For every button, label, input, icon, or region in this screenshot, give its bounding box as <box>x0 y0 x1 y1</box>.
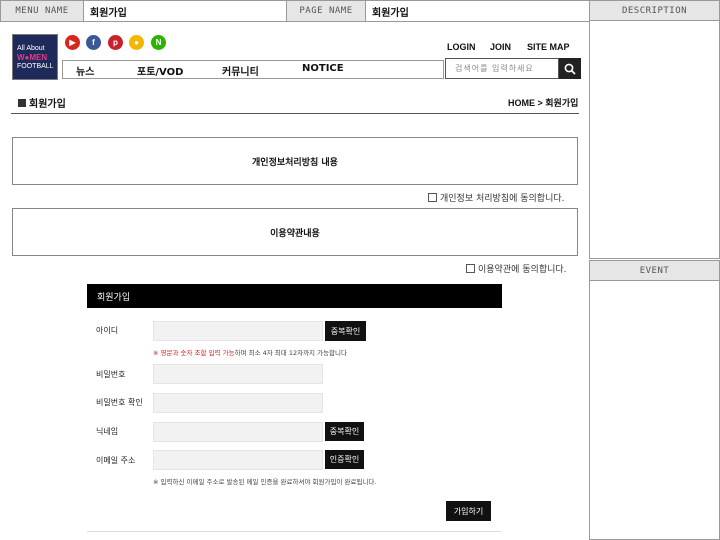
id-check-button[interactable]: 중복확인 <box>325 321 366 341</box>
pinterest-icon[interactable]: p <box>108 35 123 50</box>
nickname-check-button[interactable]: 중복확인 <box>325 422 364 441</box>
site-logo[interactable]: All About W●MEN FOOTBALL <box>12 34 58 80</box>
nav-item-photo-vod[interactable]: 포토/VOD <box>137 63 183 78</box>
nav-item-community[interactable]: 커뮤니티 <box>222 63 259 78</box>
page-title: 회원가입 <box>18 95 66 110</box>
privacy-agree-label: 개인정보 처리방침에 동의합니다. <box>440 194 565 204</box>
email-label: 이메일 주소 <box>96 456 136 465</box>
search-input[interactable]: 검색어를 입력하세요 <box>445 58 559 79</box>
nickname-label: 닉네임 <box>96 427 119 436</box>
nav-item-news[interactable]: 뉴스 <box>76 63 94 78</box>
password-label: 비밀번호 <box>96 370 126 379</box>
naver-icon[interactable]: N <box>151 35 166 50</box>
submit-signup-button[interactable]: 가입하기 <box>446 501 491 521</box>
terms-text: 이용약관내용 <box>270 228 320 239</box>
signup-form-heading: 회원가입 <box>87 284 502 308</box>
id-note: ※ 영문과 숫자 조합 입력 가능하며 최소 4자 최대 12자까지 가능합니다 <box>153 347 347 357</box>
nickname-input[interactable] <box>153 422 323 442</box>
event-label: EVENT <box>590 261 719 281</box>
id-note-highlight: ※ 영문과 숫자 조합 입력 가능 <box>153 349 235 357</box>
email-verify-button[interactable]: 인증확인 <box>325 450 364 469</box>
description-label: DESCRIPTION <box>590 1 719 21</box>
sitemap-link[interactable]: SITE MAP <box>527 42 570 52</box>
search-button[interactable] <box>559 58 581 79</box>
facebook-icon[interactable]: f <box>86 35 101 50</box>
kakao-icon[interactable]: ● <box>129 35 144 50</box>
menu-name-label: MENU NAME <box>0 0 84 22</box>
description-panel: DESCRIPTION <box>589 0 720 259</box>
password-confirm-input[interactable] <box>153 393 323 413</box>
privacy-policy-text: 개인정보처리방침 내용 <box>252 157 338 168</box>
event-panel: EVENT <box>589 260 720 540</box>
id-label: 아이디 <box>96 326 119 335</box>
password-input[interactable] <box>153 364 323 384</box>
title-divider <box>11 113 579 114</box>
logo-line-3: FOOTBALL <box>17 62 54 70</box>
logo-line-2: W●MEN <box>17 52 48 62</box>
page-name-label: PAGE NAME <box>286 0 366 22</box>
menu-name-value: 회원가입 <box>83 0 287 22</box>
terms-agree[interactable]: 이용약관에 동의합니다. <box>466 262 567 275</box>
terms-box: 이용약관내용 <box>12 208 578 256</box>
terms-agree-checkbox[interactable] <box>466 264 475 273</box>
title-square-icon <box>18 98 26 107</box>
breadcrumb: HOME > 회원가입 <box>508 98 579 108</box>
join-link[interactable]: JOIN <box>490 42 511 52</box>
password-confirm-label: 비밀번호 확인 <box>96 398 143 407</box>
email-note: ※ 입력하신 이메일 주소로 발송된 메일 인증을 완료하셔야 회원가입이 완료… <box>153 478 377 486</box>
id-input[interactable] <box>153 321 323 341</box>
privacy-agree[interactable]: 개인정보 처리방침에 동의합니다. <box>428 191 565 204</box>
login-link[interactable]: LOGIN <box>447 42 476 52</box>
logo-line-1: All About <box>17 44 45 52</box>
form-bottom-divider <box>87 531 502 532</box>
privacy-agree-checkbox[interactable] <box>428 193 437 202</box>
page-title-text: 회원가입 <box>29 99 66 110</box>
privacy-policy-box: 개인정보처리방침 내용 <box>12 137 578 185</box>
id-note-rest: 하며 최소 4자 최대 12자까지 가능합니다 <box>234 349 347 357</box>
nav-item-notice[interactable]: NOTICE <box>302 63 344 74</box>
email-input[interactable] <box>153 450 323 470</box>
search-icon <box>564 63 576 75</box>
terms-agree-label: 이용약관에 동의합니다. <box>478 265 567 275</box>
page-name-value: 회원가입 <box>365 0 590 22</box>
youtube-icon[interactable]: ▶ <box>65 35 80 50</box>
